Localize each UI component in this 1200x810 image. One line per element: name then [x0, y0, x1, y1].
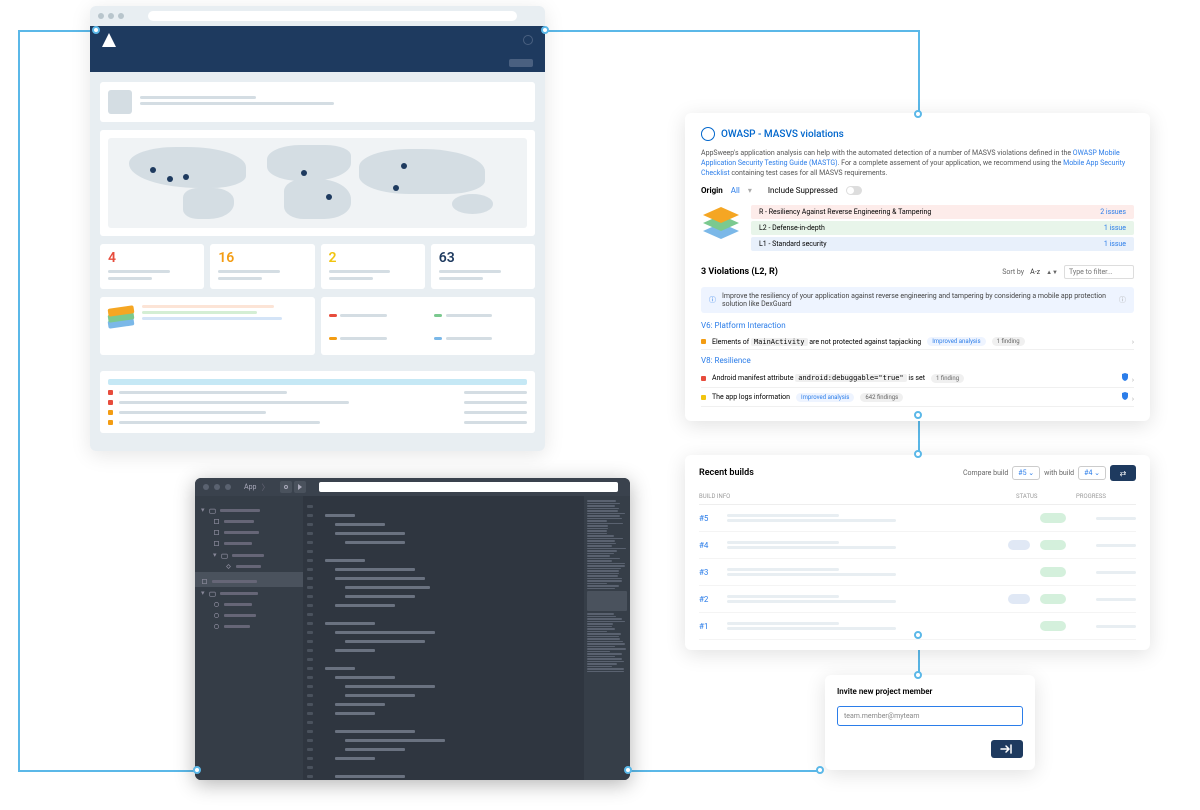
stat-card[interactable]: 16	[210, 244, 314, 289]
node-dashboard	[92, 26, 100, 34]
node-owasp-bottom	[914, 411, 922, 419]
level-row[interactable]: R - Resiliency Against Reverse Engineeri…	[751, 205, 1134, 219]
tree-item[interactable]	[195, 576, 303, 587]
owasp-title: OWASP - MASVS violations	[701, 127, 1134, 141]
node-builds-top	[914, 450, 922, 458]
findings-table[interactable]	[100, 371, 535, 433]
origin-filter[interactable]: All	[731, 186, 740, 195]
build-row[interactable]: #5	[699, 505, 1136, 532]
owasp-description: AppSweep's application analysis can help…	[701, 149, 1134, 178]
finding-row[interactable]: The app logs informationImproved analysi…	[701, 388, 1134, 407]
filter-input[interactable]	[1064, 265, 1134, 279]
build-row[interactable]: #2	[699, 586, 1136, 613]
debug-button[interactable]	[280, 481, 292, 493]
owasp-shield-icon	[701, 127, 715, 141]
shield-icon	[1120, 372, 1130, 382]
invite-title: Invite new project member	[837, 687, 1023, 696]
tree-item[interactable]	[195, 610, 303, 621]
avatar-icon[interactable]	[523, 35, 533, 45]
build-row[interactable]: #4	[699, 532, 1136, 559]
compare-from-select[interactable]: #5 ⌄	[1012, 466, 1040, 480]
node-ide-left	[193, 766, 201, 774]
run-button[interactable]	[294, 481, 306, 493]
app-header	[90, 26, 545, 54]
tree-item[interactable]	[195, 561, 303, 572]
builds-panel: Recent builds Compare build #5 ⌄ with bu…	[685, 455, 1150, 650]
levels-stack-icon	[701, 205, 741, 241]
suppress-label: Include Suppressed	[768, 186, 838, 195]
sort-select[interactable]: A-z	[1030, 268, 1040, 276]
tree-item[interactable]	[195, 599, 303, 610]
ide-panel: App 〉 ▾ ▾ ▾	[195, 478, 630, 780]
send-icon	[1000, 744, 1014, 754]
chevron-right-icon: 〉	[261, 482, 269, 493]
layer-stack-icon	[108, 305, 134, 331]
finding-row[interactable]: Android manifest attribute android:debug…	[701, 369, 1134, 388]
build-row[interactable]: #3	[699, 559, 1136, 586]
compare-to-select[interactable]: #4 ⌄	[1078, 466, 1106, 480]
tree-item[interactable]	[195, 516, 303, 527]
stat-card[interactable]: 4	[100, 244, 204, 289]
ide-search-input[interactable]	[319, 482, 618, 492]
node-invite-top	[914, 671, 922, 679]
dashboard-panel: 416263	[90, 6, 545, 451]
browser-chrome	[90, 6, 545, 26]
ide-app-label: App	[244, 483, 256, 491]
origin-label: Origin	[701, 186, 723, 195]
send-invite-button[interactable]	[991, 740, 1023, 758]
tree-item[interactable]	[195, 538, 303, 549]
suppress-toggle[interactable]	[846, 186, 862, 195]
section-title: V8: Resilience	[701, 356, 1134, 365]
url-bar[interactable]	[148, 11, 517, 21]
node-invite-left	[816, 766, 824, 774]
invite-email-input[interactable]: team.member@myteam	[837, 706, 1023, 726]
world-map[interactable]	[108, 138, 527, 228]
logo-icon	[102, 33, 116, 47]
tip-banner: ⓘ Improve the resiliency of your applica…	[701, 287, 1134, 313]
col-progress: PROGRESS	[1076, 493, 1136, 500]
shield-icon	[1120, 391, 1130, 401]
compare-button[interactable]: ⇄	[1110, 465, 1136, 481]
tree-item[interactable]	[195, 621, 303, 632]
finding-row[interactable]: Elements of MainActivity are not protect…	[701, 334, 1134, 350]
stat-card[interactable]: 63	[431, 244, 535, 289]
node-ide-right	[624, 766, 632, 774]
invite-panel: Invite new project member team.member@my…	[825, 675, 1035, 770]
tree-item[interactable]	[195, 527, 303, 538]
col-build-info: BUILD INFO	[699, 493, 1016, 500]
col-status: STATUS	[1016, 493, 1076, 500]
ide-titlebar: App 〉	[195, 478, 630, 496]
node-builds-bottom	[914, 631, 922, 639]
file-tree[interactable]: ▾ ▾ ▾	[195, 496, 303, 780]
sort-label: Sort by	[1002, 268, 1024, 276]
minimap[interactable]	[584, 496, 630, 780]
stat-card[interactable]: 2	[321, 244, 425, 289]
section-title: V6: Platform Interaction	[701, 321, 1134, 330]
violations-count: 3 Violations (L2, R)	[701, 267, 778, 277]
tree-item[interactable]: ▾	[195, 587, 303, 599]
builds-title: Recent builds	[699, 468, 754, 478]
compare-label: Compare build	[963, 469, 1008, 477]
level-row[interactable]: L2 - Defense-in-depth1 issue	[751, 221, 1134, 235]
tree-item[interactable]: ▾	[195, 549, 303, 561]
code-editor[interactable]	[303, 496, 584, 780]
level-row[interactable]: L1 - Standard security1 issue	[751, 237, 1134, 251]
node-dashboard-right	[541, 26, 549, 34]
node-owasp-top	[914, 110, 922, 118]
owasp-panel: OWASP - MASVS violations AppSweep's appl…	[685, 113, 1150, 421]
tree-item[interactable]: ▾	[195, 504, 303, 516]
